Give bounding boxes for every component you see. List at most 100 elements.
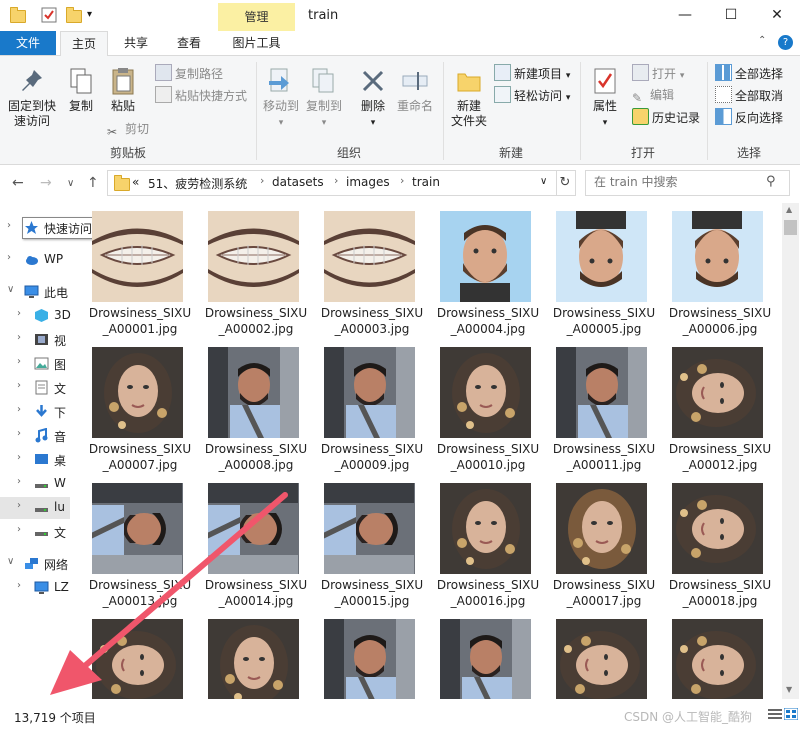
collapsed-chevron-icon[interactable]: › xyxy=(17,356,21,367)
nav-item[interactable]: › 下 xyxy=(0,401,70,423)
nav-item[interactable]: › 3D xyxy=(0,305,71,327)
refresh-icon[interactable]: ↻ xyxy=(555,170,576,196)
close-button[interactable]: ✕ xyxy=(754,0,800,31)
tab-file[interactable]: 文件 xyxy=(0,31,56,55)
tab-home[interactable]: 主页 xyxy=(60,31,108,57)
file-item[interactable]: Drowsiness_SIXU_A00007.jpg xyxy=(87,341,191,477)
file-item[interactable]: Drowsiness_SIXU_A00017.jpg xyxy=(551,477,655,613)
copy-path-button[interactable]: 复制路径 xyxy=(155,64,223,82)
details-view-icon[interactable] xyxy=(768,708,782,720)
search-input[interactable] xyxy=(594,175,764,189)
customize-quick-access-icon[interactable]: ▾ xyxy=(87,9,103,25)
nav-item[interactable]: › 音 xyxy=(0,425,70,447)
breadcrumb-item[interactable]: datasets xyxy=(272,175,324,189)
search-icon[interactable]: ⚲ xyxy=(766,174,776,189)
tab-view[interactable]: 查看 xyxy=(166,31,212,55)
scroll-up-icon[interactable]: ▲ xyxy=(786,205,792,214)
file-item[interactable]: Drowsiness_SIXU_A00015.jpg xyxy=(319,477,423,613)
breadcrumb-chevron-icon[interactable]: › xyxy=(334,174,338,187)
file-item[interactable]: Drowsiness_SIXU_A00004.jpg xyxy=(435,205,539,341)
collapsed-chevron-icon[interactable]: › xyxy=(17,428,21,439)
expanded-chevron-icon[interactable]: ∨ xyxy=(7,284,14,295)
file-item[interactable] xyxy=(551,613,651,699)
select-none-button[interactable]: 全部取消 xyxy=(715,86,783,104)
breadcrumb-item[interactable]: train xyxy=(412,175,440,189)
address-bar[interactable]: « 51、疲劳检测系统 › datasets › images › train … xyxy=(107,170,557,196)
file-item[interactable]: Drowsiness_SIXU_A00012.jpg xyxy=(667,341,771,477)
file-item[interactable] xyxy=(435,613,535,699)
move-to-button[interactable]: 移动到 ▾ xyxy=(260,66,302,131)
large-icons-view-icon[interactable] xyxy=(783,707,799,721)
collapsed-chevron-icon[interactable]: › xyxy=(7,252,11,263)
breadcrumb-overflow[interactable]: « xyxy=(132,175,139,189)
up-arrow-icon[interactable]: ↑ xyxy=(87,175,99,191)
nav-item[interactable]: › 文 xyxy=(0,377,70,399)
rename-button[interactable]: 重命名 xyxy=(393,66,437,114)
pin-quick-access-button[interactable]: 固定到快 速访问 xyxy=(6,66,58,129)
search-box[interactable]: ⚲ xyxy=(585,170,790,196)
collapsed-chevron-icon[interactable]: › xyxy=(17,308,21,319)
tab-picture-tools[interactable]: 图片工具 xyxy=(218,31,295,55)
file-item[interactable] xyxy=(667,613,767,699)
delete-button[interactable]: 删除 ▾ xyxy=(356,66,390,131)
breadcrumb-item[interactable]: images xyxy=(346,175,390,189)
paste-button[interactable]: 粘贴 xyxy=(105,66,141,114)
collapsed-chevron-icon[interactable]: › xyxy=(17,332,21,343)
scroll-down-icon[interactable]: ▼ xyxy=(786,685,792,694)
select-all-button[interactable]: 全部选择 xyxy=(715,64,783,82)
file-item[interactable]: Drowsiness_SIXU_A00005.jpg xyxy=(551,205,655,341)
expanded-chevron-icon[interactable]: ∨ xyxy=(7,556,14,567)
nav-item[interactable]: › WP xyxy=(0,249,70,271)
copy-button[interactable]: 复制 xyxy=(63,66,99,114)
file-item[interactable]: Drowsiness_SIXU_A00002.jpg xyxy=(203,205,307,341)
file-item[interactable]: Drowsiness_SIXU_A00003.jpg xyxy=(319,205,423,341)
vertical-scrollbar[interactable]: ▲ ▼ xyxy=(782,203,799,699)
copy-to-button[interactable]: 复制到 ▾ xyxy=(303,66,345,131)
file-item[interactable]: Drowsiness_SIXU_A00008.jpg xyxy=(203,341,307,477)
scrollbar-thumb[interactable] xyxy=(784,220,797,235)
edit-button[interactable]: ✎ 编辑 xyxy=(632,86,674,105)
collapsed-chevron-icon[interactable]: › xyxy=(17,500,21,511)
new-folder-button[interactable]: 新建 文件夹 xyxy=(447,66,491,129)
properties-check-icon[interactable] xyxy=(41,7,57,23)
nav-item[interactable]: › 视 xyxy=(0,329,70,351)
nav-item[interactable]: › 桌 xyxy=(0,449,70,471)
easy-access-button[interactable]: 轻松访问 ▾ xyxy=(494,86,570,104)
file-item[interactable]: Drowsiness_SIXU_A00018.jpg xyxy=(667,477,771,613)
file-item[interactable]: Drowsiness_SIXU_A00010.jpg xyxy=(435,341,539,477)
file-item[interactable]: Drowsiness_SIXU_A00001.jpg xyxy=(87,205,191,341)
open-button[interactable]: 打开 ▾ xyxy=(632,64,684,82)
file-item[interactable]: Drowsiness_SIXU_A00011.jpg xyxy=(551,341,655,477)
back-arrow-icon[interactable]: ← xyxy=(12,175,24,191)
collapsed-chevron-icon[interactable]: › xyxy=(17,380,21,391)
properties-button[interactable]: 属性 ▾ xyxy=(586,66,624,131)
file-item[interactable]: Drowsiness_SIXU_A00009.jpg xyxy=(319,341,423,477)
new-folder-icon[interactable] xyxy=(66,7,82,23)
collapsed-chevron-icon[interactable]: › xyxy=(7,220,11,231)
cut-button[interactable]: ✂ 剪切 xyxy=(107,120,149,139)
collapsed-chevron-icon[interactable]: › xyxy=(17,476,21,487)
forward-arrow-icon[interactable]: → xyxy=(40,175,52,191)
paste-shortcut-button[interactable]: 粘贴快捷方式 xyxy=(155,86,247,104)
recent-locations-chevron-icon[interactable]: ∨ xyxy=(67,178,74,189)
collapse-ribbon-icon[interactable]: ⌃ xyxy=(758,35,766,46)
tab-share[interactable]: 共享 xyxy=(112,31,160,55)
breadcrumb-chevron-icon[interactable]: › xyxy=(260,174,264,187)
new-item-button[interactable]: 新建项目 ▾ xyxy=(494,64,570,82)
history-button[interactable]: 历史记录 xyxy=(632,108,700,126)
help-icon[interactable]: ? xyxy=(778,35,793,50)
manage-context-tab[interactable]: 管理 xyxy=(218,3,295,31)
collapsed-chevron-icon[interactable]: › xyxy=(17,524,21,535)
collapsed-chevron-icon[interactable]: › xyxy=(17,404,21,415)
nav-item[interactable]: › 图 xyxy=(0,353,70,375)
breadcrumb-item[interactable]: 51、疲劳检测系统 xyxy=(148,175,247,192)
collapsed-chevron-icon[interactable]: › xyxy=(17,452,21,463)
collapsed-chevron-icon[interactable]: › xyxy=(17,580,21,591)
breadcrumb-chevron-icon[interactable]: › xyxy=(400,174,404,187)
file-item[interactable] xyxy=(319,613,419,699)
minimize-button[interactable]: — xyxy=(662,0,708,31)
nav-item[interactable]: ∨ 此电 xyxy=(0,281,70,303)
file-item[interactable]: Drowsiness_SIXU_A00006.jpg xyxy=(667,205,771,341)
file-item[interactable]: Drowsiness_SIXU_A00016.jpg xyxy=(435,477,539,613)
invert-selection-button[interactable]: 反向选择 xyxy=(715,108,783,126)
